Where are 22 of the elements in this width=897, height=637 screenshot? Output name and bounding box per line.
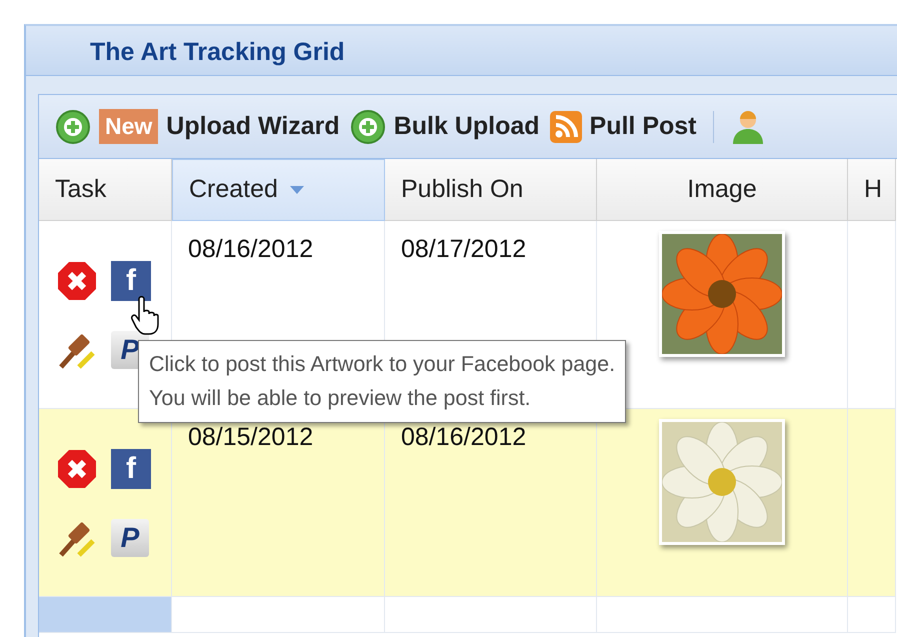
- column-header[interactable]: H: [848, 159, 896, 221]
- paypal-button[interactable]: P: [111, 519, 149, 557]
- new-badge: New: [99, 109, 158, 144]
- upload-button[interactable]: New Upload Wizard: [55, 108, 340, 146]
- tooltip: Click to post this Artwork to your Facebook page. You will be able to preview the post first.: [138, 340, 626, 423]
- column-header[interactable]: Created: [172, 159, 385, 221]
- facebook-button[interactable]: f: [111, 261, 151, 301]
- delete-icon[interactable]: [57, 449, 97, 489]
- pull-post-button[interactable]: Pull Post: [550, 108, 696, 146]
- delete-icon[interactable]: [57, 261, 97, 301]
- add-icon: [55, 108, 91, 144]
- column-header[interactable]: Task: [39, 159, 172, 221]
- add-icon: [350, 108, 386, 144]
- facebook-button[interactable]: f: [111, 449, 151, 489]
- sort-caret-icon: [290, 186, 304, 194]
- hand-cursor-icon: [130, 296, 160, 336]
- rss-icon: [550, 110, 582, 142]
- column-header[interactable]: Publish On: [385, 159, 597, 221]
- table-cell: [848, 597, 896, 633]
- panel-title: The Art Tracking Grid: [26, 26, 897, 76]
- upload-button[interactable]: Bulk Upload: [350, 108, 540, 146]
- column-header[interactable]: Image: [597, 159, 848, 221]
